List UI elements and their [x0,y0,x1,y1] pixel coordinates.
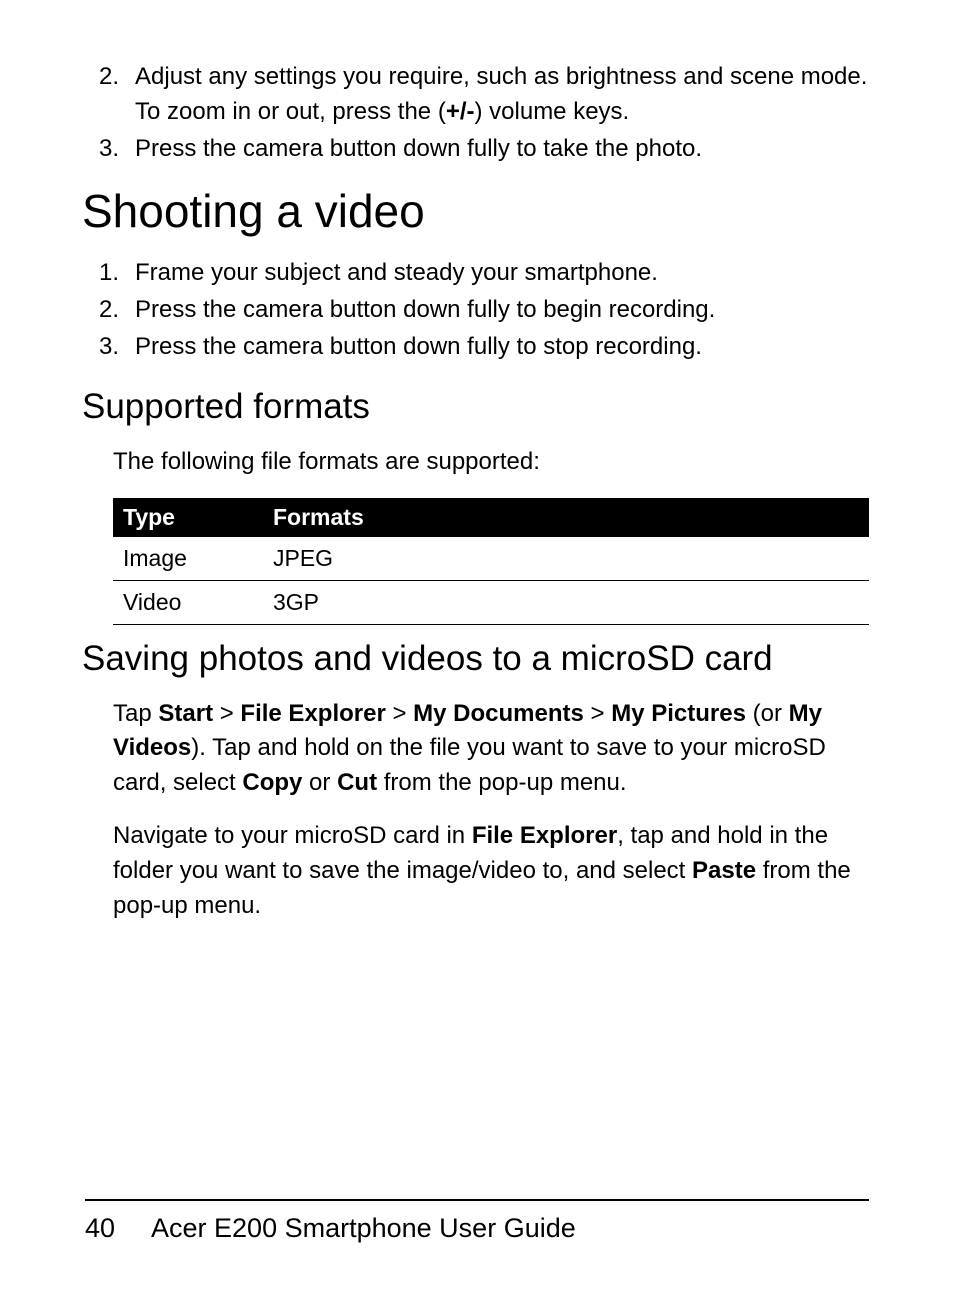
bold-text: My Documents [413,700,584,727]
page-content: 2.Adjust any settings you require, such … [0,0,954,923]
bold-text: Start [158,700,213,727]
heading-saving: Saving photos and videos to a microSD ca… [82,639,869,679]
save-paragraph-2: Navigate to your microSD card in File Ex… [85,819,869,923]
heading-shooting-video: Shooting a video [82,184,869,238]
list-item: 3.Press the camera button down fully to … [135,132,869,167]
page-footer: 40 Acer E200 Smartphone User Guide [85,1199,869,1244]
table-cell: JPEG [263,537,869,581]
bold-text: +/- [446,98,475,125]
table-cell: Video [113,580,263,624]
list-item: 1.Frame your subject and steady your sma… [135,256,869,291]
list-number: 1. [99,256,119,291]
page-number: 40 [85,1213,145,1244]
table-cell: Image [113,537,263,581]
list-number: 2. [99,60,119,95]
bold-text: Copy [242,769,302,796]
table-cell: 3GP [263,580,869,624]
list-item: 2.Adjust any settings you require, such … [135,60,869,130]
bold-text: File Explorer [240,700,385,727]
save-paragraph-1: Tap Start > File Explorer > My Documents… [85,697,869,801]
heading-supported-formats: Supported formats [82,387,869,427]
footer-title: Acer E200 Smartphone User Guide [151,1213,576,1243]
bold-text: My Pictures [611,700,746,727]
intro-steps-list: 2.Adjust any settings you require, such … [85,60,869,166]
formats-intro-text: The following file formats are supported… [85,445,869,480]
list-item: 3.Press the camera button down fully to … [135,330,869,365]
table-header-formats: Formats [263,498,869,537]
list-number: 3. [99,132,119,167]
bold-text: Paste [692,857,756,884]
bold-text: Cut [337,769,377,796]
formats-table: Type Formats ImageJPEGVideo3GP [113,498,869,625]
list-item: 2.Press the camera button down fully to … [135,293,869,328]
table-header-type: Type [113,498,263,537]
list-number: 3. [99,330,119,365]
table-row: Video3GP [113,580,869,624]
list-number: 2. [99,293,119,328]
table-row: ImageJPEG [113,537,869,581]
video-steps-list: 1.Frame your subject and steady your sma… [85,256,869,364]
bold-text: File Explorer [472,822,617,849]
